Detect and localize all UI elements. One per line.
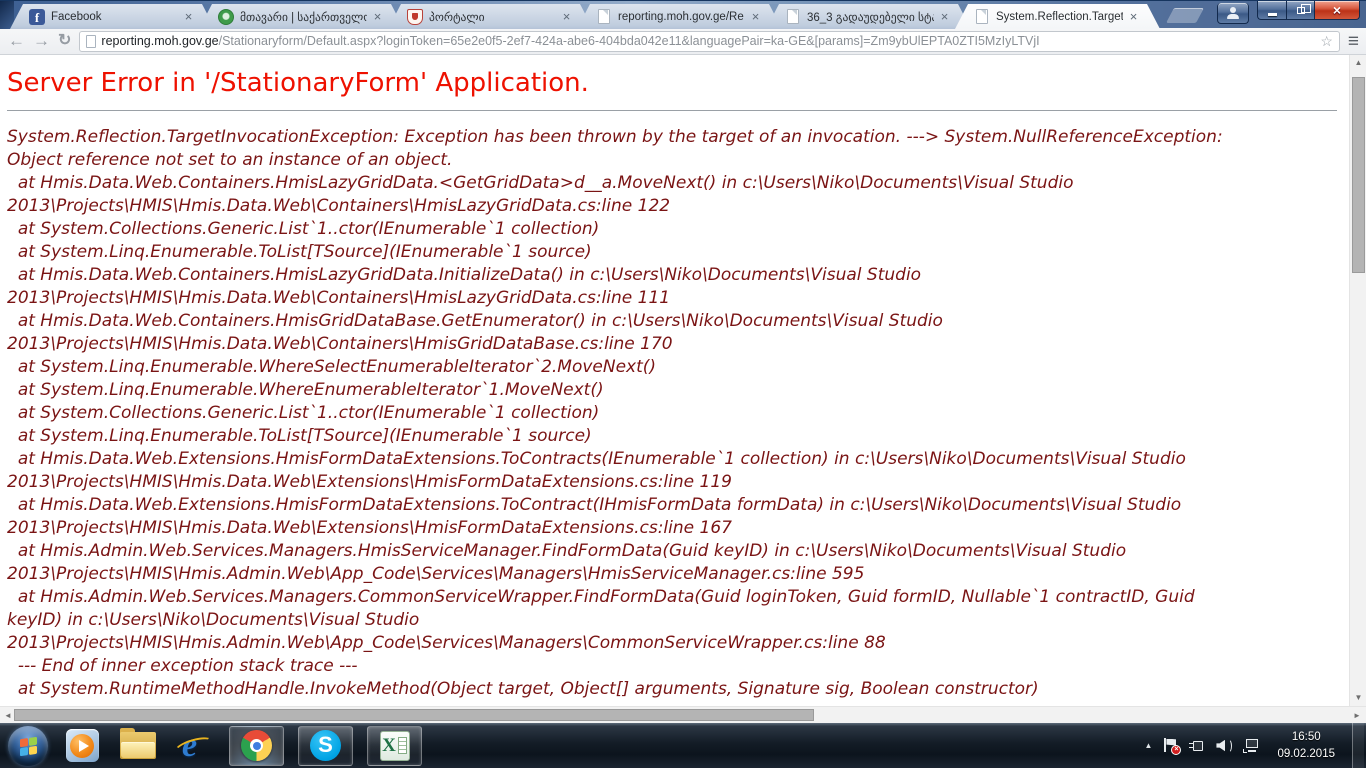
show-desktop-button[interactable] xyxy=(1352,723,1364,768)
spreadsheet-grid-icon xyxy=(398,737,407,754)
error-page: Server Error in '/StationaryForm' Applic… xyxy=(0,55,1366,701)
close-window-button[interactable]: × xyxy=(1314,1,1360,20)
url-host: reporting.moh.gov.ge xyxy=(101,34,218,48)
internet-explorer-icon: e xyxy=(175,727,213,765)
browser-toolbar: ← → ↻ reporting.moh.gov.ge/Stationaryfor… xyxy=(0,28,1366,55)
power-plug-icon[interactable] xyxy=(1189,739,1205,753)
chrome-icon xyxy=(241,730,272,761)
blank-page-icon xyxy=(976,9,988,24)
url-path: /Stationaryform/Default.aspx?loginToken=… xyxy=(219,34,1040,48)
media-player-icon xyxy=(66,729,99,762)
taskbar-apps: e S X xyxy=(0,726,423,766)
close-icon[interactable]: × xyxy=(749,10,762,23)
minimize-button[interactable] xyxy=(1257,1,1286,20)
taskbar: e S X ▲ × xyxy=(0,723,1366,768)
tab-36-3-form[interactable]: 36_3 გადაუდებელი სტაც × xyxy=(766,4,971,29)
reload-icon[interactable]: ↻ xyxy=(58,31,71,51)
windows-logo-icon xyxy=(20,736,37,755)
profile-button[interactable] xyxy=(1217,3,1249,24)
page-favicon-icon xyxy=(86,35,96,48)
green-emblem-icon xyxy=(218,9,234,25)
tab-title: System.Reflection.TargetI xyxy=(996,11,1123,23)
close-icon[interactable]: × xyxy=(1127,10,1140,23)
flag-pane xyxy=(20,747,28,756)
folder-icon xyxy=(120,732,156,759)
vertical-scroll-thumb[interactable] xyxy=(1352,77,1365,273)
bookmark-star-icon[interactable]: ☆ xyxy=(1320,33,1333,50)
facebook-icon: f xyxy=(29,9,45,25)
tab-strip: f Facebook × მთავარი | საქართველო × პორტ… xyxy=(0,0,1366,28)
chrome-menu-icon[interactable]: ≡ xyxy=(1348,32,1358,51)
volume-icon[interactable] xyxy=(1216,739,1232,753)
system-tray: ▲ × 16:50 09.02.2015 xyxy=(1145,723,1366,768)
skype-icon: S xyxy=(310,730,341,761)
tab-facebook[interactable]: f Facebook × xyxy=(10,4,215,29)
new-tab-button[interactable] xyxy=(1166,8,1204,23)
close-icon[interactable]: × xyxy=(371,10,384,23)
excel-taskbar-button[interactable]: X xyxy=(367,726,422,766)
tab-reporting[interactable]: reporting.moh.gov.ge/Re × xyxy=(577,4,782,29)
blank-page-icon xyxy=(598,9,610,24)
forward-icon[interactable]: → xyxy=(33,31,50,51)
network-icon[interactable] xyxy=(1243,739,1260,753)
close-icon[interactable]: × xyxy=(938,10,951,23)
screen: f Facebook × მთავარი | საქართველო × პორტ… xyxy=(0,0,1366,768)
close-icon[interactable]: × xyxy=(182,10,195,23)
skype-taskbar-button[interactable]: S xyxy=(298,726,353,766)
scroll-right-icon[interactable]: ► xyxy=(1349,711,1365,720)
internet-explorer-button[interactable]: e xyxy=(172,726,216,766)
tray-expand-icon[interactable]: ▲ xyxy=(1145,741,1153,750)
scroll-up-icon[interactable]: ▲ xyxy=(1350,55,1366,71)
address-bar[interactable]: reporting.moh.gov.ge/Stationaryform/Defa… xyxy=(79,31,1340,52)
restore-icon xyxy=(1297,7,1305,14)
tab-title: 36_3 გადაუდებელი სტაც xyxy=(807,10,934,24)
flag-pane xyxy=(29,736,37,745)
horizontal-scrollbar[interactable]: ◄ ► xyxy=(0,706,1366,723)
blank-page-icon xyxy=(787,9,799,24)
horizontal-scroll-thumb[interactable] xyxy=(14,709,814,721)
window-controls: × xyxy=(1217,1,1360,24)
tab-server-error-active[interactable]: System.Reflection.TargetI × xyxy=(955,4,1160,29)
page-content-area: Server Error in '/StationaryForm' Applic… xyxy=(0,55,1366,723)
restore-button[interactable] xyxy=(1286,1,1314,20)
profile-icon xyxy=(1230,7,1236,13)
divider xyxy=(7,110,1337,111)
tab-title: მთავარი | საქართველო xyxy=(240,10,367,24)
back-icon[interactable]: ← xyxy=(8,31,25,51)
media-player-button[interactable] xyxy=(60,726,104,766)
flag-pane xyxy=(20,738,28,747)
scroll-down-icon[interactable]: ▼ xyxy=(1350,690,1366,706)
explorer-button[interactable] xyxy=(116,726,160,766)
tab-portali[interactable]: პორტალი × xyxy=(388,4,593,29)
chrome-taskbar-button[interactable] xyxy=(229,726,284,766)
vertical-scrollbar[interactable]: ▲ ▼ xyxy=(1349,55,1366,706)
tab-title: პორტალი xyxy=(429,10,556,24)
taskbar-clock[interactable]: 16:50 09.02.2015 xyxy=(1271,729,1341,762)
excel-icon: X xyxy=(380,731,410,761)
start-button[interactable] xyxy=(8,726,48,766)
clock-date: 09.02.2015 xyxy=(1277,746,1335,763)
tab-mtavari[interactable]: მთავარი | საქართველო × xyxy=(199,4,404,29)
minimize-icon xyxy=(1268,13,1277,16)
stack-trace: System.Reflection.TargetInvocationExcept… xyxy=(7,126,1252,701)
browser-window: f Facebook × მთავარი | საქართველო × პორტ… xyxy=(0,0,1366,723)
tab-title: reporting.moh.gov.ge/Re xyxy=(618,11,745,23)
flag-pane xyxy=(29,746,37,755)
error-heading: Server Error in '/StationaryForm' Applic… xyxy=(7,68,1346,98)
georgia-emblem-icon xyxy=(407,9,423,25)
close-icon[interactable]: × xyxy=(560,10,573,23)
tab-title: Facebook xyxy=(51,11,178,23)
url-text[interactable]: reporting.moh.gov.ge/Stationaryform/Defa… xyxy=(101,34,1315,48)
error-badge: × xyxy=(1171,745,1181,755)
action-center-flag-icon[interactable]: × xyxy=(1163,738,1178,753)
clock-time: 16:50 xyxy=(1277,729,1335,746)
